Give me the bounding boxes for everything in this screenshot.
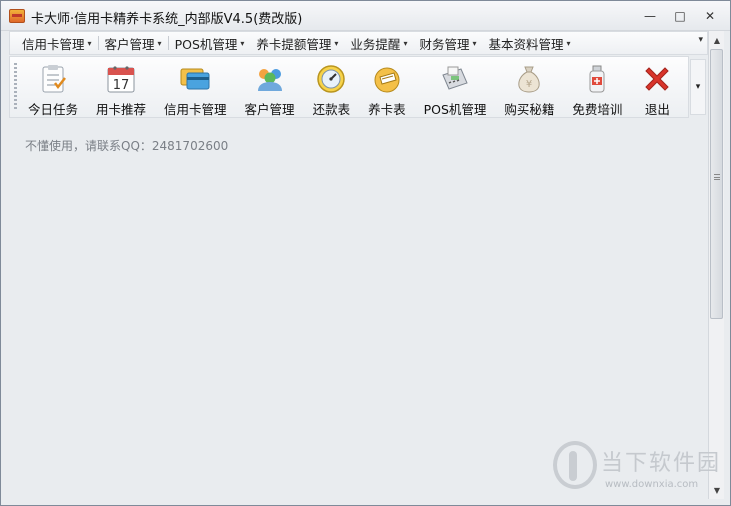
exit-button[interactable]: 退出	[636, 57, 678, 118]
toolbar-overflow-icon[interactable]: ▾	[690, 59, 706, 115]
tool-label: 用卡推荐	[96, 102, 147, 117]
watermark-logo-icon	[553, 441, 597, 489]
tool-label: 退出	[644, 102, 670, 117]
menubar-overflow-icon[interactable]: ▾	[698, 35, 703, 45]
menu-label: 客户管理	[104, 36, 155, 52]
customer-manage-button[interactable]: 客户管理	[241, 57, 299, 118]
svg-text:¥: ¥	[526, 79, 532, 90]
buy-guide-button[interactable]: ¥ 购买秘籍	[500, 57, 558, 118]
credit-card-manage-button[interactable]: 信用卡管理	[160, 57, 231, 118]
menu-basic-data[interactable]: 基本资料管理 ▾	[482, 32, 576, 54]
dropdown-arrow-icon: ▾	[87, 38, 92, 48]
today-tasks-button[interactable]: 今日任务	[24, 57, 82, 118]
tool-label: 养卡表	[368, 102, 406, 117]
window-title: 卡大师·信用卡精养卡系统_内部版V4.5(费改版)	[31, 12, 303, 27]
repayment-table-button[interactable]: 还款表	[309, 57, 355, 118]
gauge-icon	[314, 63, 348, 95]
credit-card-icon	[178, 63, 212, 95]
menu-customer[interactable]: 客户管理 ▾	[99, 32, 168, 54]
pos-terminal-icon	[438, 63, 472, 95]
menu-label: 业务提醒	[350, 36, 401, 52]
free-training-button[interactable]: 免费培训	[568, 57, 626, 118]
close-button[interactable]: ✕	[697, 7, 723, 25]
app-logo-icon	[9, 9, 25, 23]
menu-label: 财务管理	[419, 36, 470, 52]
calendar-icon: 17	[104, 63, 138, 95]
menu-credit-card[interactable]: 信用卡管理 ▾	[16, 32, 98, 54]
app-window: 卡大师·信用卡精养卡系统_内部版V4.5(费改版) — □ ✕ 信用卡管理 ▾ …	[0, 0, 731, 506]
card-recommend-button[interactable]: 17 用卡推荐	[92, 57, 150, 118]
exit-x-icon	[640, 63, 674, 95]
tool-label: 购买秘籍	[504, 102, 555, 117]
tool-label: 今日任务	[28, 102, 79, 117]
menu-finance[interactable]: 财务管理 ▾	[413, 32, 482, 54]
menu-reminders[interactable]: 业务提醒 ▾	[344, 32, 413, 54]
menu-bar: 信用卡管理 ▾ 客户管理 ▾ POS机管理 ▾ 养卡提额管理 ▾ 业务提醒 ▾ …	[9, 31, 708, 55]
watermark: 当下软件园 www.downxia.com	[549, 439, 729, 499]
title-bar[interactable]: 卡大师·信用卡精养卡系统_内部版V4.5(费改版) — □ ✕	[1, 1, 730, 31]
dropdown-arrow-icon: ▾	[403, 38, 408, 48]
card-cup-icon	[370, 63, 404, 95]
maximize-button[interactable]: □	[667, 7, 693, 25]
menu-label: POS机管理	[174, 36, 238, 52]
dropdown-arrow-icon: ▾	[240, 38, 245, 48]
dropdown-arrow-icon: ▾	[157, 38, 162, 48]
users-icon	[253, 63, 287, 95]
minimize-button[interactable]: —	[637, 7, 663, 25]
tool-label: 信用卡管理	[164, 102, 227, 117]
scroll-thumb[interactable]	[710, 49, 723, 319]
money-bag-icon: ¥	[512, 63, 546, 95]
task-list-icon	[36, 63, 70, 95]
card-keeping-table-button[interactable]: 养卡表	[364, 57, 410, 118]
watermark-url: www.downxia.com	[605, 479, 699, 490]
dropdown-arrow-icon: ▾	[472, 38, 477, 48]
calendar-day-number: 17	[113, 78, 130, 93]
dropdown-arrow-icon: ▾	[334, 38, 339, 48]
menu-label: 基本资料管理	[488, 36, 564, 52]
watermark-title: 当下软件园	[601, 451, 722, 476]
tool-label: 免费培训	[572, 102, 623, 117]
tool-label: POS机管理	[423, 102, 487, 117]
menu-pos[interactable]: POS机管理 ▾	[169, 32, 251, 54]
thumb-grip-icon	[714, 174, 720, 180]
menu-label: 养卡提额管理	[256, 36, 332, 52]
vertical-scrollbar[interactable]: ▲ ▼	[708, 31, 724, 499]
pos-manage-button[interactable]: POS机管理	[420, 57, 491, 118]
toolbar: 今日任务 17 用卡推荐 信用卡管理 客户管理 还款表 养卡表 POS机管理 ¥…	[9, 56, 689, 118]
contact-hint: 不懂使用，请联系QQ：2481702600	[25, 139, 229, 153]
tool-label: 客户管理	[244, 102, 295, 117]
dropdown-arrow-icon: ▾	[566, 38, 571, 48]
bottle-icon	[580, 63, 614, 95]
tool-label: 还款表	[312, 102, 351, 117]
toolbar-grip-icon[interactable]	[14, 63, 17, 111]
scroll-up-icon[interactable]: ▲	[709, 33, 725, 47]
menu-limit-raise[interactable]: 养卡提额管理 ▾	[250, 32, 344, 54]
menu-label: 信用卡管理	[22, 36, 85, 52]
